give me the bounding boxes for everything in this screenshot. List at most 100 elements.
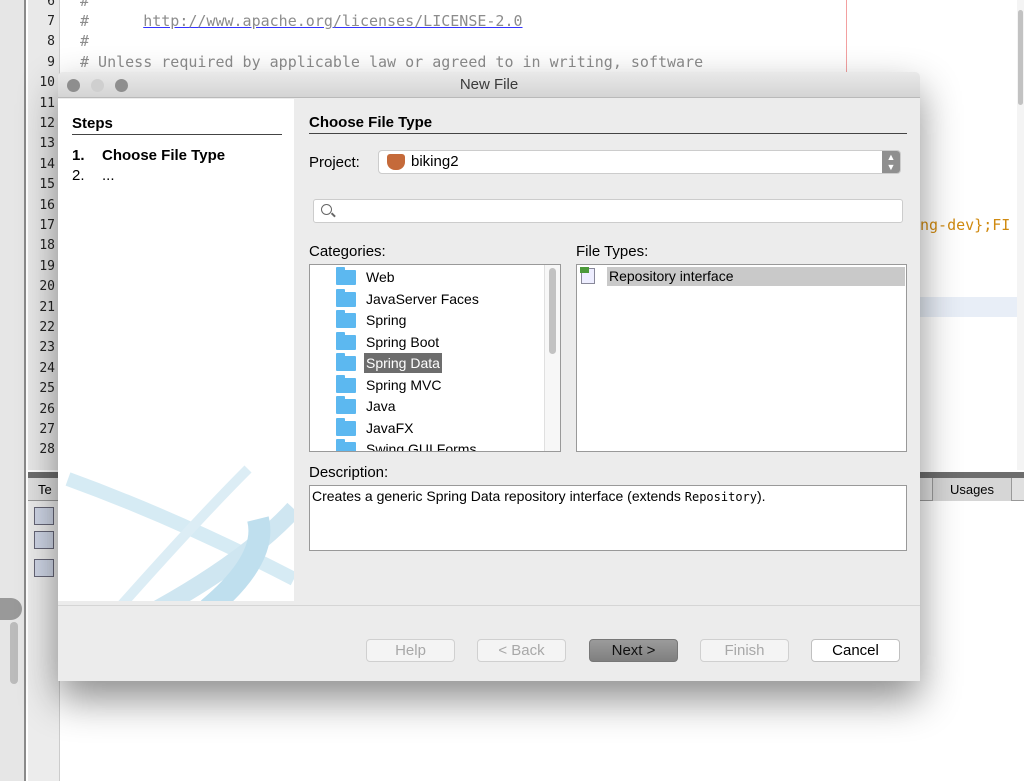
line-number: 18	[39, 238, 55, 253]
minimize-panel-button[interactable]	[0, 598, 22, 620]
line-number: 10	[39, 75, 55, 90]
current-line-highlight	[920, 297, 1017, 317]
folder-icon	[336, 310, 356, 328]
steps-title: Steps	[72, 115, 282, 135]
code-line[interactable]: #	[80, 32, 89, 50]
line-number: 12	[39, 116, 55, 131]
category-label: Spring Boot	[366, 334, 440, 350]
editor-scrollbar-thumb[interactable]	[1018, 10, 1023, 105]
help-button[interactable]: Help	[366, 639, 455, 662]
line-number: 14	[39, 157, 55, 172]
line-number: 25	[39, 381, 55, 396]
code-line[interactable]: #	[80, 0, 89, 10]
line-number: 23	[39, 340, 55, 355]
category-label: Spring	[366, 312, 407, 328]
step-item: 1. Choose File Type	[72, 147, 225, 164]
zoom-window-button[interactable]	[115, 79, 128, 92]
search-input[interactable]	[313, 199, 903, 223]
line-number: 8	[47, 34, 55, 49]
category-label: Spring MVC	[366, 377, 442, 393]
tool-icon-column	[28, 501, 60, 781]
dialog-title-bar[interactable]: New File	[58, 72, 920, 98]
description-code: Repository	[684, 490, 757, 504]
close-window-button[interactable]	[67, 79, 80, 92]
comment-text: # Unless required by applicable law or a…	[80, 53, 704, 71]
line-number: 26	[39, 402, 55, 417]
folder-icon	[336, 267, 356, 285]
code-line[interactable]: # Unless required by applicable law or a…	[80, 53, 703, 71]
scrollbar-thumb[interactable]	[549, 268, 556, 354]
code-line[interactable]: # http://www.apache.org/licenses/LICENSE…	[80, 12, 523, 30]
left-scrollbar[interactable]	[10, 622, 18, 684]
description-text: Creates a generic Spring Data repository…	[312, 488, 685, 504]
folder-icon	[336, 439, 356, 451]
step-label: ...	[102, 167, 115, 184]
next-button[interactable]: Next >	[589, 639, 678, 662]
categories-label: Categories:	[309, 243, 386, 260]
cancel-button[interactable]: Cancel	[811, 639, 900, 662]
network-icon[interactable]	[34, 531, 54, 549]
minimize-window-button[interactable]	[91, 79, 104, 92]
search-icon	[321, 204, 332, 215]
line-number: 21	[39, 300, 55, 315]
description-end: ).	[757, 488, 766, 504]
content-title: Choose File Type	[309, 114, 907, 134]
categories-list[interactable]: Web JavaServer Faces Spring Spring Boot …	[309, 264, 561, 452]
license-link[interactable]: http://www.apache.org/licenses/LICENSE-2…	[143, 12, 522, 30]
line-number-gutter: 6 7 8 9 10 11 12 13 14 15 16 17 18 19 20…	[28, 0, 60, 470]
category-label: Spring Data	[364, 353, 442, 373]
description-box: Creates a generic Spring Data repository…	[309, 485, 907, 551]
comment-text: #	[80, 32, 90, 50]
line-number: 11	[39, 96, 55, 111]
line-number: 22	[39, 320, 55, 335]
line-number: 9	[47, 55, 55, 70]
line-number: 20	[39, 279, 55, 294]
folder-icon	[336, 353, 356, 371]
project-icon	[387, 154, 405, 170]
line-number: 15	[39, 177, 55, 192]
line-number: 27	[39, 422, 55, 437]
project-value: biking2	[411, 153, 459, 170]
tab-terminal[interactable]: Te	[38, 482, 52, 497]
category-label: Swing GUI Forms	[366, 441, 477, 452]
line-number: 7	[47, 14, 55, 29]
folder-icon	[336, 289, 356, 307]
line-number: 13	[39, 136, 55, 151]
code-fragment: ng-dev};FI	[920, 216, 1011, 234]
repository-file-icon	[580, 267, 595, 284]
category-label: Web	[366, 269, 395, 285]
line-number: 17	[39, 218, 55, 233]
file-types-list[interactable]: Repository interface	[576, 264, 907, 452]
chevron-updown-icon[interactable]: ▲ ▼	[882, 151, 900, 173]
folder-icon	[336, 332, 356, 350]
line-number: 24	[39, 361, 55, 376]
decorative-swoosh-image	[65, 465, 294, 601]
description-label: Description:	[309, 464, 389, 481]
comment-text: #	[80, 12, 144, 30]
categories-scrollbar[interactable]	[544, 265, 560, 451]
comment-text: #	[80, 0, 90, 10]
line-number: 6	[47, 0, 55, 9]
category-label: JavaFX	[366, 420, 414, 436]
step-label: Choose File Type	[102, 147, 226, 164]
back-button[interactable]: < Back	[477, 639, 566, 662]
line-number: 16	[39, 198, 55, 213]
step-number: 2.	[72, 167, 85, 184]
settings-tool-icon[interactable]	[34, 559, 54, 577]
project-select[interactable]: biking2 ▲ ▼	[378, 150, 901, 174]
category-label: Java	[366, 398, 396, 414]
line-number: 19	[39, 259, 55, 274]
file-type-item-selected[interactable]: Repository interface	[607, 267, 905, 286]
file-types-label: File Types:	[576, 243, 649, 260]
category-label: JavaServer Faces	[366, 291, 479, 307]
line-number: 28	[39, 442, 55, 457]
folder-icon	[336, 396, 356, 414]
monitor-icon[interactable]	[34, 507, 54, 525]
tab-usages[interactable]: Usages	[932, 478, 1012, 501]
dialog-title: New File	[459, 76, 519, 93]
step-number: 1.	[72, 147, 85, 164]
finish-button[interactable]: Finish	[700, 639, 789, 662]
new-file-dialog: New File Steps 1. Choose File Type 2.... …	[58, 72, 920, 681]
steps-panel: Steps 1. Choose File Type 2....	[58, 99, 294, 601]
folder-icon	[336, 375, 356, 393]
